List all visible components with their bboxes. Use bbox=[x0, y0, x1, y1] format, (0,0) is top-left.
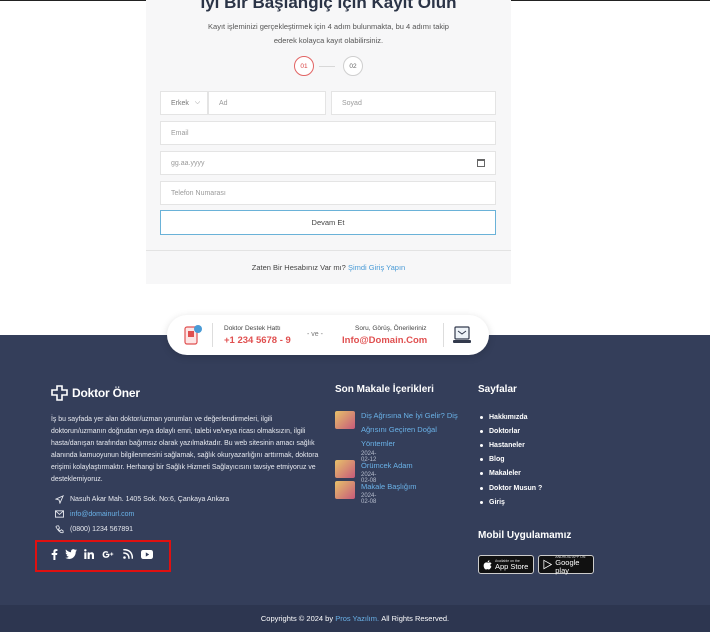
apple-icon bbox=[483, 559, 492, 569]
laptop-mail-icon bbox=[453, 326, 471, 343]
phone-text: (0800) 1234 567891 bbox=[70, 525, 134, 533]
page-link[interactable]: Giriş bbox=[489, 495, 542, 509]
article-thumbnail bbox=[335, 411, 355, 429]
copyright-prefix: Copyrights © 2024 by bbox=[260, 614, 334, 623]
copyright-suffix: All Rights Reserved. bbox=[381, 614, 450, 623]
twitter-icon[interactable] bbox=[65, 548, 77, 560]
footer-logo[interactable]: Doktor Öner bbox=[51, 385, 140, 401]
email-link[interactable]: info@domainurl.com bbox=[70, 511, 134, 518]
page-link[interactable]: Makaleler bbox=[489, 467, 542, 481]
name-input[interactable]: Ad bbox=[208, 91, 326, 115]
card-divider bbox=[146, 250, 511, 251]
article-title[interactable]: Diş Ağrısına Ne İyi Gelir? Diş Ağrısını … bbox=[361, 409, 461, 451]
birthdate-input[interactable]: gg.aa.yyyy bbox=[160, 151, 496, 175]
mobile-app-title: Mobil Uygulamamız bbox=[478, 530, 572, 541]
email-input[interactable]: Email bbox=[160, 121, 496, 145]
contact-pill: Doktor Destek Hattı +1 234 5678 - 9 - ve… bbox=[167, 315, 489, 355]
address-text: Nasuh Akar Mah. 1405 Sok. No:6, Çankaya … bbox=[70, 495, 230, 503]
login-link[interactable]: Şimdi Giriş Yapın bbox=[348, 263, 405, 272]
page-link[interactable]: Doktorlar bbox=[489, 424, 542, 438]
step-connector bbox=[319, 66, 335, 67]
page-title: İyi Bir Başlangıç İçin Kayıt Olun bbox=[200, 0, 457, 12]
gender-select[interactable]: Erkek ⌵ bbox=[160, 91, 208, 115]
article-thumbnail bbox=[335, 460, 355, 478]
registration-card: İyi Bir Başlangıç İçin Kayıt Olun Kayıt … bbox=[146, 0, 511, 284]
app-store-button[interactable]: Available on the App Store bbox=[478, 555, 534, 574]
google-play-icon bbox=[543, 559, 553, 570]
article-date: 2024-02-08 bbox=[361, 493, 377, 505]
chevron-down-icon: ⌵ bbox=[194, 99, 201, 106]
pages-title: Sayfalar bbox=[478, 384, 517, 395]
step-1-indicator[interactable]: 01 bbox=[294, 56, 314, 76]
google-play-big-text: Google play bbox=[555, 557, 580, 575]
linkedin-icon[interactable] bbox=[83, 548, 95, 560]
facebook-icon[interactable] bbox=[48, 548, 60, 560]
mail-icon bbox=[54, 509, 64, 519]
youtube-icon[interactable] bbox=[141, 548, 153, 560]
pages-list: Hakkımızda Doktorlar Hastaneler Blog Mak… bbox=[489, 410, 542, 509]
brand-name: Doktor Öner bbox=[72, 386, 140, 400]
login-prompt: Zaten Bir Hesabınız Var mı? Şimdi Giriş … bbox=[146, 263, 511, 272]
phone-support-icon bbox=[184, 325, 202, 345]
page-link[interactable]: Blog bbox=[489, 453, 542, 467]
support-label: Doktor Destek Hattı bbox=[224, 325, 281, 332]
gender-select-value: Erkek bbox=[171, 99, 189, 107]
continue-button[interactable]: Devam Et bbox=[160, 210, 496, 235]
support-phone[interactable]: +1 234 5678 - 9 bbox=[224, 335, 291, 346]
google-plus-icon[interactable] bbox=[102, 548, 114, 560]
location-arrow-icon bbox=[54, 494, 64, 504]
phone-row: (0800) 1234 567891 bbox=[54, 524, 133, 534]
copyright-bar: Copyrights © 2024 by Pros Yazılım. All R… bbox=[0, 605, 710, 632]
step-2-indicator[interactable]: 02 bbox=[343, 56, 363, 76]
about-text: İş bu sayfada yer alan doktor/uzman yoru… bbox=[51, 416, 319, 483]
pill-separator-right bbox=[443, 323, 444, 347]
page-link[interactable]: Doktor Musun ? bbox=[489, 481, 542, 495]
login-prompt-text: Zaten Bir Hesabınız Var mı? bbox=[251, 263, 346, 272]
address-row: Nasuh Akar Mah. 1405 Sok. No:6, Çankaya … bbox=[54, 494, 229, 504]
phone-icon bbox=[54, 524, 64, 534]
google-play-button[interactable]: ANDROID APP ON Google play bbox=[538, 555, 594, 574]
and-separator: - ve - bbox=[307, 331, 323, 338]
calendar-icon[interactable] bbox=[477, 159, 485, 167]
feedback-label: Soru, Görüş, Önerileriniz bbox=[355, 325, 427, 332]
rss-icon[interactable] bbox=[122, 548, 134, 560]
page-subtitle: Kayıt işleminizi gerçekleştirmek için 4 … bbox=[208, 22, 449, 45]
articles-title: Son Makale İçerikleri bbox=[335, 384, 434, 395]
surname-input[interactable]: Soyad bbox=[331, 91, 496, 115]
page-link[interactable]: Hastaneler bbox=[489, 438, 542, 452]
birthdate-placeholder: gg.aa.yyyy bbox=[171, 159, 205, 167]
article-title[interactable]: Örümcek Adam bbox=[361, 459, 461, 473]
app-store-big-text: App Store bbox=[495, 561, 529, 571]
article-thumbnail bbox=[335, 481, 355, 499]
company-link[interactable]: Pros Yazılım. bbox=[335, 614, 379, 623]
feedback-email[interactable]: Info@Domain.Com bbox=[342, 335, 427, 346]
article-title[interactable]: Makale Başlığım bbox=[361, 480, 461, 494]
page-link[interactable]: Hakkımızda bbox=[489, 410, 542, 424]
pill-separator-left bbox=[212, 323, 213, 347]
email-row: info@domainurl.com bbox=[54, 509, 134, 519]
phone-input[interactable]: Telefon Numarası bbox=[160, 181, 496, 205]
logo-cross-icon bbox=[51, 385, 68, 401]
